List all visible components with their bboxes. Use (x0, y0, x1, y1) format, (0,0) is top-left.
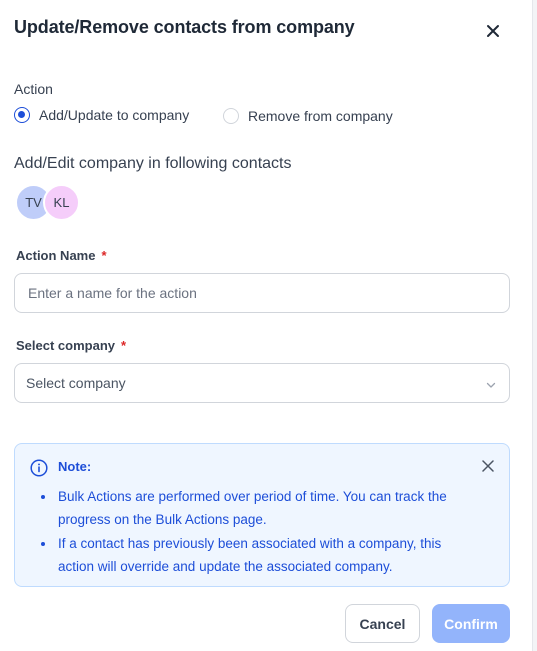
avatar: KL (43, 184, 80, 221)
cancel-button[interactable]: Cancel (345, 604, 420, 643)
note-title: Note: (58, 459, 92, 474)
modal-title: Update/Remove contacts from company (14, 17, 355, 37)
radio-add-update[interactable]: Add/Update to company (14, 107, 189, 123)
select-company-label: Select company * (16, 338, 126, 353)
confirm-button[interactable]: Confirm (432, 604, 510, 643)
action-label: Action (14, 81, 53, 97)
close-icon[interactable] (482, 20, 504, 42)
required-mark: * (121, 338, 127, 353)
note-item: Bulk Actions are performed over period o… (39, 485, 459, 531)
avatar-group: TV KL (15, 184, 85, 222)
note-callout: Note: Bulk Actions are performed over pe… (14, 443, 510, 587)
close-icon[interactable] (482, 459, 494, 477)
radio-checked-icon (14, 107, 30, 123)
select-company-label-text: Select company (16, 338, 115, 353)
note-list: Bulk Actions are performed over period o… (39, 485, 459, 579)
contacts-heading: Add/Edit company in following contacts (14, 155, 292, 172)
company-select-placeholder: Select company (26, 375, 126, 391)
note-item: If a contact has previously been associa… (39, 532, 459, 578)
action-name-label: Action Name * (16, 248, 107, 263)
action-name-input[interactable]: Enter a name for the action (14, 273, 510, 313)
required-mark: * (101, 248, 107, 263)
radio-unchecked-icon (223, 108, 239, 124)
radio-add-update-label: Add/Update to company (39, 107, 190, 123)
radio-remove-label: Remove from company (248, 108, 393, 124)
info-icon (30, 459, 48, 482)
update-remove-contacts-modal: Update/Remove contacts from company Acti… (0, 0, 532, 651)
action-name-placeholder: Enter a name for the action (28, 285, 197, 301)
action-name-label-text: Action Name (16, 248, 96, 263)
chevron-down-icon (485, 378, 497, 394)
company-select[interactable]: Select company (14, 363, 510, 403)
radio-remove[interactable]: Remove from company (223, 108, 393, 124)
scrollbar[interactable] (532, 0, 537, 651)
